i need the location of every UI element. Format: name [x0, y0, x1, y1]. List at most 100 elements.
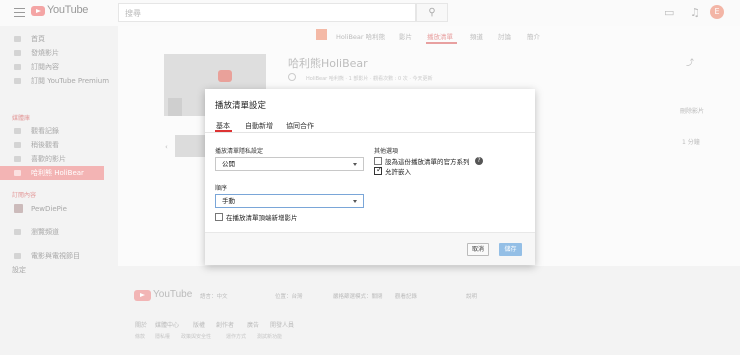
sidebar-item-subscriptions[interactable]: 訂閱內容	[0, 60, 118, 74]
footer-link-creators[interactable]: 創作者	[216, 320, 234, 329]
channel-avatar[interactable]	[316, 29, 327, 40]
hamburger-menu-icon[interactable]	[14, 8, 25, 17]
share-icon[interactable]: ⤴	[686, 57, 694, 68]
add-to-top-checkbox[interactable]	[215, 213, 223, 221]
create-video-icon[interactable]: ▭	[664, 6, 674, 19]
bear-logo-image	[218, 70, 232, 82]
film-icon	[14, 253, 21, 259]
youtube-premium-icon	[14, 78, 21, 84]
divider	[205, 132, 535, 133]
playlist-title: 哈利熊HoliBear	[288, 57, 368, 70]
sidebar-section-library: 媒體庫	[12, 115, 31, 122]
footer-logo-text[interactable]: YouTube	[153, 289, 192, 300]
sidebar-item-label: 哈利熊 HoliBear	[31, 169, 84, 177]
location-selector[interactable]: 位置：台灣	[275, 292, 303, 300]
tab-about[interactable]: 簡介	[527, 31, 540, 41]
footer-link-about[interactable]: 關於	[135, 320, 147, 329]
channel-avatar	[14, 204, 23, 213]
sidebar-item-history[interactable]: 觀看記錄	[0, 124, 118, 138]
channel-name[interactable]: HoliBear 哈利熊	[336, 31, 385, 41]
footer-link-advertise[interactable]: 廣告	[247, 320, 259, 329]
footer-link-developers[interactable]: 開發人員	[270, 320, 294, 329]
globe-icon	[288, 73, 296, 81]
help-link[interactable]: 說明	[466, 292, 477, 300]
sidebar-item-movies-tv[interactable]: 電影與電視節目	[0, 249, 118, 263]
footer-link-test-features[interactable]: 測試新功能	[257, 333, 282, 340]
sidebar-item-label: PewDiePie	[31, 205, 67, 213]
footer-link-policy-safety[interactable]: 政策與安全性	[181, 333, 211, 340]
sidebar-section-subscriptions: 訂閱內容	[12, 192, 37, 199]
tab-playlists[interactable]: 播放清單	[427, 31, 453, 41]
sidebar-item-watch-later[interactable]: 稍後觀看	[0, 138, 118, 152]
subscriptions-icon	[14, 64, 21, 70]
add-circle-icon	[14, 229, 21, 235]
footer-link-copyright[interactable]: 版權	[193, 320, 205, 329]
allow-embed-checkbox[interactable]: ✓	[374, 165, 383, 175]
page-footer	[118, 266, 740, 355]
sidebar-item-label: 電影與電視節目	[31, 252, 80, 260]
sidebar-item-label: 喜歡的影片	[31, 155, 66, 163]
youtube-logo-icon[interactable]	[134, 290, 151, 301]
history-link[interactable]: 觀看記錄	[395, 292, 417, 300]
sidebar-item-label: 訂閱內容	[31, 63, 59, 71]
order-select[interactable]: 手動	[215, 194, 364, 208]
privacy-select[interactable]: 公開	[215, 157, 364, 171]
thumbnail-overlay	[168, 98, 182, 116]
sidebar-item-label: 瀏覽頻道	[31, 228, 59, 236]
allow-embed-label[interactable]: 允許嵌入	[385, 166, 411, 176]
search-icon[interactable]: ⚲	[416, 3, 448, 22]
history-icon	[14, 128, 21, 134]
official-series-label[interactable]: 設為這份播放清單的官方系列	[385, 156, 470, 166]
sidebar-item-label: 發燒影片	[31, 49, 59, 57]
order-value: 手動	[222, 197, 235, 205]
add-to-top-label[interactable]: 在播放清單頂端新增影片	[226, 212, 298, 222]
remove-video-text[interactable]: 刪除影片	[680, 106, 704, 115]
cancel-button[interactable]: 取消	[467, 243, 489, 256]
playlist-icon	[14, 170, 21, 176]
sidebar-item-premium[interactable]: 訂閱 YouTube Premium	[0, 74, 118, 88]
duration-text: 1 分鐘	[682, 139, 700, 146]
footer-link-terms[interactable]: 條款	[135, 333, 145, 340]
thumbs-up-icon	[14, 156, 21, 162]
sidebar-item-pewdiepie[interactable]: PewDiePie	[0, 202, 118, 216]
search-input[interactable]: 搜尋	[118, 3, 416, 22]
sidebar-item-label: 觀看記錄	[31, 127, 59, 135]
sidebar-item-liked-videos[interactable]: 喜歡的影片	[0, 152, 118, 166]
save-button[interactable]: 儲存	[499, 243, 522, 256]
order-label: 順序	[215, 185, 228, 192]
tab-collaborate[interactable]: 協同合作	[286, 121, 314, 131]
notifications-bell-icon[interactable]: ♫	[690, 6, 700, 19]
sidebar-item-playlist-holibear[interactable]: 哈利熊 HoliBear	[0, 166, 104, 180]
tab-videos[interactable]: 影片	[399, 31, 412, 41]
youtube-logo-icon[interactable]	[31, 6, 45, 16]
chevron-left-icon[interactable]: ‹	[165, 143, 168, 151]
sidebar-item-label: 稍後觀看	[31, 141, 59, 149]
sidebar-item-label: 首頁	[31, 35, 45, 43]
sidebar-item-label: 設定	[12, 266, 26, 274]
language-selector[interactable]: 語言：中文	[200, 292, 228, 300]
tab-auto-add[interactable]: 自動新增	[245, 121, 273, 131]
sidebar-item-trending[interactable]: 發燒影片	[0, 46, 118, 60]
sidebar-item-settings[interactable]: 設定	[0, 263, 118, 277]
restricted-mode-selector[interactable]: 嚴格篩選模式：關閉	[333, 292, 383, 300]
footer-link-press[interactable]: 媒體中心	[155, 320, 179, 329]
privacy-label: 播放清單隱私設定	[215, 148, 264, 155]
privacy-value: 公開	[222, 160, 235, 168]
flame-icon	[14, 50, 21, 56]
dropdown-caret-icon	[353, 200, 357, 203]
tab-channels[interactable]: 頻道	[470, 31, 483, 41]
other-options-label: 其他選項	[374, 148, 399, 155]
clock-icon	[14, 142, 21, 148]
help-icon[interactable]: ?	[475, 157, 483, 165]
footer-link-how-it-works[interactable]: 運作方式	[226, 333, 246, 340]
home-icon	[14, 36, 21, 42]
footer-link-privacy[interactable]: 隱私權	[155, 333, 170, 340]
account-avatar[interactable]: E	[710, 5, 724, 19]
official-series-checkbox[interactable]	[374, 157, 382, 165]
sidebar-item-label: 訂閱 YouTube Premium	[31, 77, 110, 85]
tab-discussion[interactable]: 討論	[498, 31, 511, 41]
sidebar-item-home[interactable]: 首頁	[0, 32, 118, 46]
youtube-logo-text[interactable]: YouTube	[47, 4, 88, 16]
playlist-meta: HoliBear 哈利熊 · 1 部影片 · 觀看次數 : 0 次 · 今天更新	[306, 76, 433, 82]
sidebar-item-browse-channels[interactable]: 瀏覽頻道	[0, 225, 118, 239]
